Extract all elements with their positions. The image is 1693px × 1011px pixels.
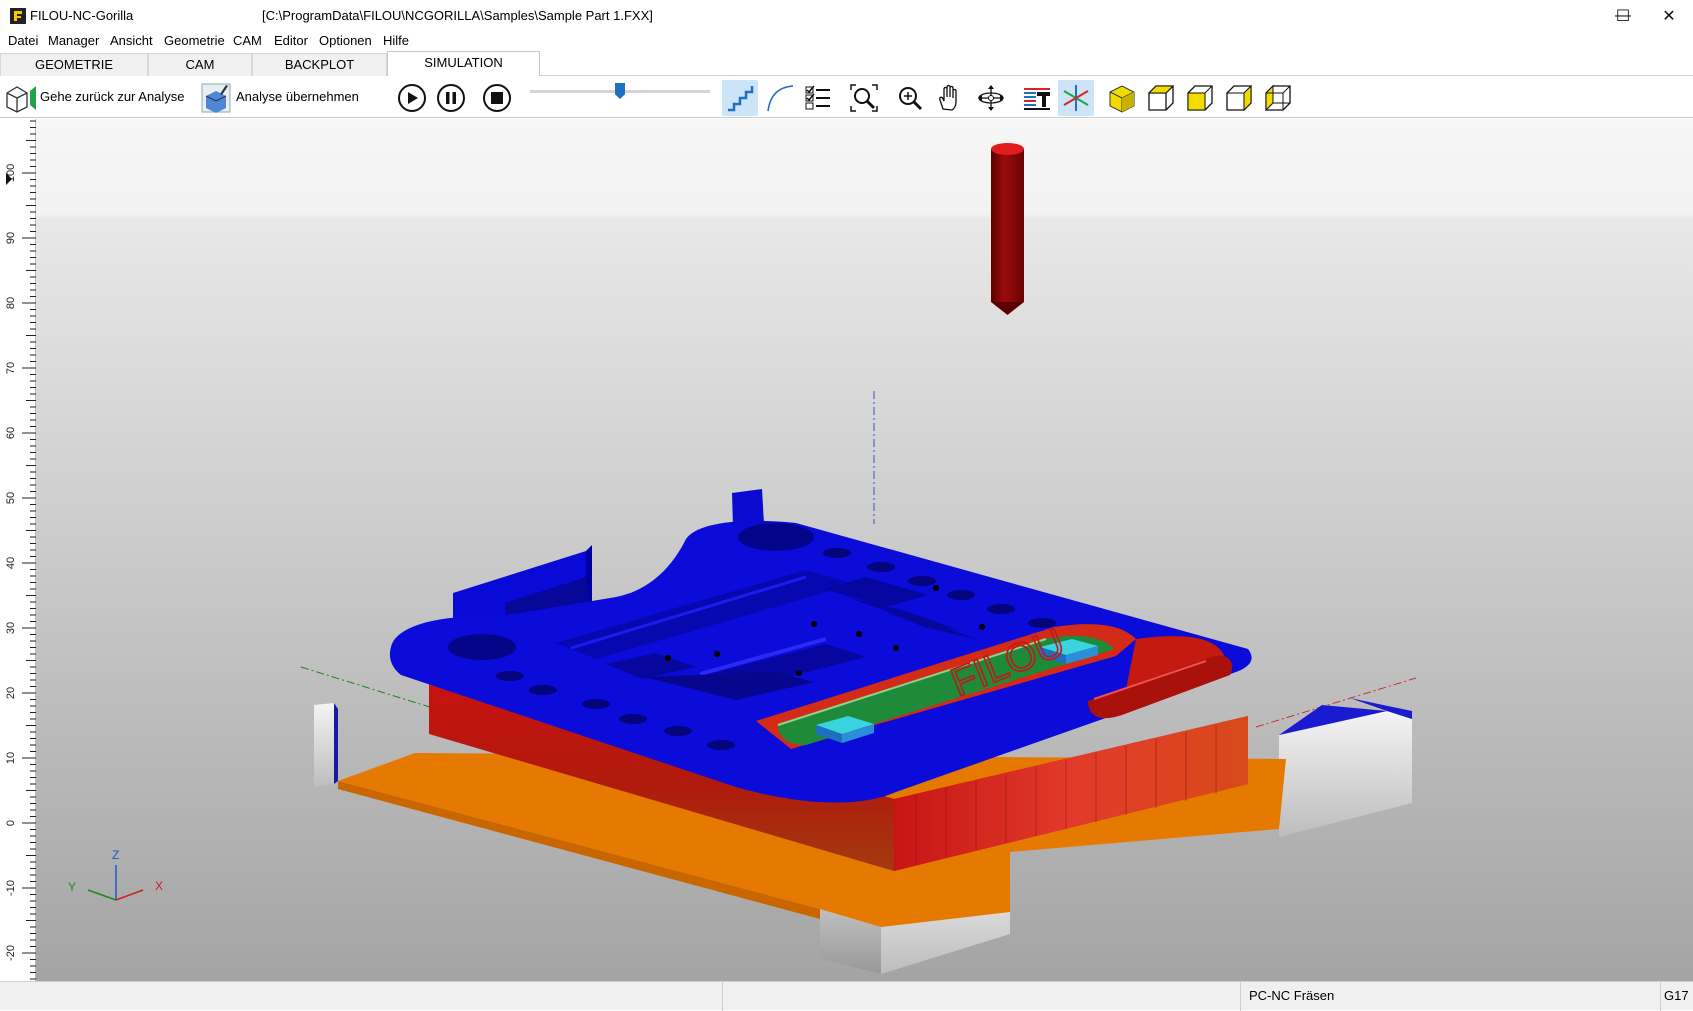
wireframe-cube-icon: [6, 86, 36, 113]
checklist-button[interactable]: [800, 80, 836, 116]
ruler-label: 90: [5, 232, 17, 244]
continuous-mode-button[interactable]: [762, 80, 798, 116]
hand-icon: [939, 84, 957, 111]
vise-left-jaw: [314, 703, 338, 787]
menu-manager[interactable]: Manager: [48, 33, 99, 48]
maximize-button[interactable]: ☐: [1600, 0, 1646, 31]
ruler-label: 70: [5, 362, 17, 374]
menu-geometrie[interactable]: Geometrie: [164, 33, 225, 48]
axis-label-y: Y: [68, 880, 76, 894]
view-left-button[interactable]: [1260, 80, 1296, 116]
view-side-button[interactable]: [1221, 80, 1257, 116]
document-path: [C:\ProgramData\FILOU\NCGORILLA\Samples\…: [262, 8, 653, 23]
staircase-icon: [728, 86, 754, 112]
menu-editor[interactable]: Editor: [274, 33, 308, 48]
zoom-fit-button[interactable]: [846, 80, 882, 116]
large-hole-top: [738, 523, 814, 551]
minimize-button-2: [1554, 0, 1600, 31]
menu-optionen[interactable]: Optionen: [319, 33, 372, 48]
status-divider: [722, 982, 731, 1011]
ruler-ticks: 1009080706050403020100-10-20: [5, 120, 36, 980]
tab-cam[interactable]: CAM: [148, 53, 252, 76]
status-bar: PC-NC Fräsen G17: [0, 981, 1693, 1011]
vise-right-jaw: [1279, 698, 1412, 837]
ruler-label: 20: [5, 687, 17, 699]
ruler-label: 60: [5, 427, 17, 439]
locating-pin: [732, 489, 764, 527]
axis-label-x: X: [155, 879, 163, 893]
ruler-label: 80: [5, 297, 17, 309]
ruler-label: 10: [5, 752, 17, 764]
text-display-button[interactable]: [1019, 80, 1055, 116]
play-button[interactable]: [398, 84, 426, 112]
large-hole-left: [448, 634, 516, 660]
zoom-in-button[interactable]: [892, 80, 928, 116]
stop-icon: [491, 92, 503, 104]
back-to-analysis-button[interactable]: [2, 80, 38, 116]
tab-bar: GEOMETRIE CAM BACKPLOT SIMULATION: [0, 51, 1693, 77]
app-name: FILOU-NC-Gorilla: [30, 8, 134, 23]
tab-geometrie[interactable]: GEOMETRIE: [0, 53, 148, 76]
iso-cube-icon: [1109, 85, 1135, 113]
apply-analysis-icon: [201, 83, 231, 113]
front-view-cube-icon: [1187, 85, 1213, 111]
rotate-button[interactable]: [973, 80, 1009, 116]
ruler-label: -20: [5, 945, 17, 961]
ruler-label: 40: [5, 557, 17, 569]
title-bar: FILOU-NC-Gorilla [C:\ProgramData\FILOU\N…: [0, 0, 1693, 31]
vertical-ruler: 100 90 80 70 60 50 40 30 20 10 0 -10 -20: [0, 119, 36, 981]
curve-icon: [767, 85, 794, 112]
menu-ansicht[interactable]: Ansicht: [110, 33, 153, 48]
pause-button[interactable]: [437, 84, 465, 112]
back-to-analysis-label[interactable]: Gehe zurück zur Analyse: [40, 89, 185, 104]
top-view-cube-icon: [1147, 85, 1175, 111]
pan-button[interactable]: [931, 80, 967, 116]
text-lines-icon: [1024, 88, 1050, 110]
close-button[interactable]: ✕: [1646, 0, 1692, 31]
axis-cross-icon: [1063, 85, 1089, 111]
machine-status: PC-NC Fräsen: [1240, 982, 1660, 1011]
maximize-icon: ☐: [1615, 7, 1631, 25]
tab-simulation[interactable]: SIMULATION: [387, 51, 540, 77]
simulation-scene: FILOU Z Y X: [68, 143, 1417, 974]
axis-label-z: Z: [112, 848, 119, 862]
left-view-cube-icon: [1265, 84, 1291, 112]
axis-cross-button[interactable]: [1058, 80, 1094, 116]
menu-bar: Datei Manager Ansicht Geometrie CAM Edit…: [0, 31, 1693, 51]
speed-slider[interactable]: [530, 83, 710, 99]
zoom-fit-icon: [850, 84, 878, 112]
menu-hilfe[interactable]: Hilfe: [383, 33, 409, 48]
close-icon: ✕: [1662, 7, 1676, 25]
toolbar: Gehe zurück zur Analyse Analyse übernehm…: [0, 76, 1693, 118]
zoom-in-icon: [899, 87, 923, 111]
simulation-viewport[interactable]: FILOU Z Y X: [36, 119, 1693, 981]
view-front-button[interactable]: [1182, 80, 1218, 116]
cutting-tool: [991, 143, 1024, 315]
checklist-icon: [805, 85, 830, 110]
ruler-label: -10: [5, 880, 17, 896]
side-view-cube-icon: [1226, 84, 1252, 112]
view-top-button[interactable]: [1143, 80, 1179, 116]
ruler-label: 0: [5, 820, 17, 826]
view-iso-button[interactable]: [1104, 80, 1140, 116]
apply-analysis-label[interactable]: Analyse übernehmen: [236, 89, 359, 104]
ruler-label: 30: [5, 622, 17, 634]
app-logo-icon: [10, 8, 26, 24]
step-mode-button[interactable]: [722, 80, 758, 116]
menu-datei[interactable]: Datei: [8, 33, 38, 48]
pause-icon: [446, 92, 456, 104]
axis-triad: Z Y X: [68, 848, 163, 901]
stop-button[interactable]: [483, 84, 511, 112]
speed-slider-thumb[interactable]: [615, 83, 625, 99]
apply-analysis-button[interactable]: [199, 80, 233, 116]
play-icon: [408, 92, 418, 104]
rotate-icon: [978, 85, 1004, 111]
ruler-label: 50: [5, 492, 17, 504]
menu-cam[interactable]: CAM: [233, 33, 262, 48]
gcode-plane-status: G17: [1660, 982, 1693, 1011]
tab-backplot[interactable]: BACKPLOT: [252, 53, 387, 76]
